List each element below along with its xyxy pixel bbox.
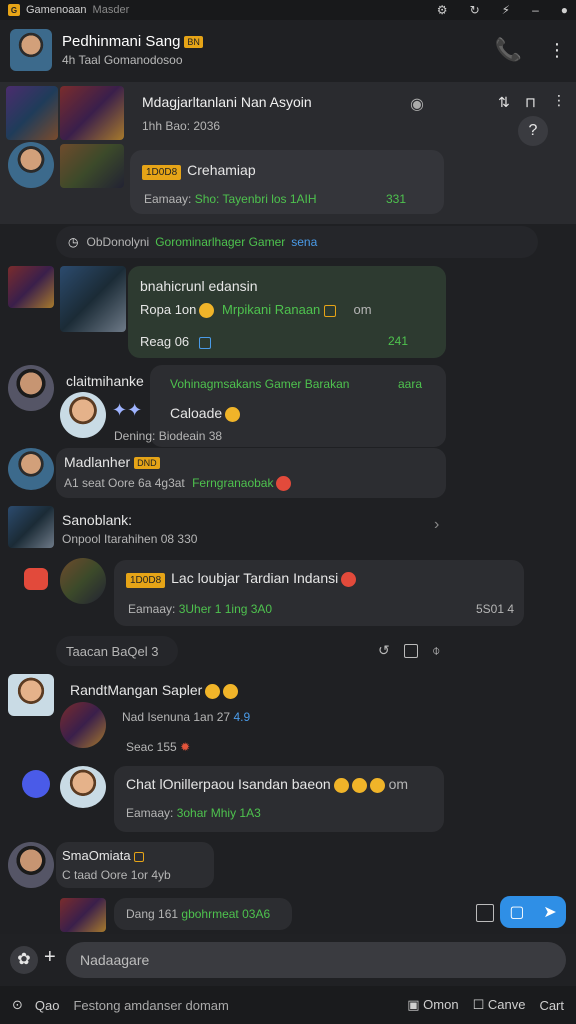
- message-bubble[interactable]: Vohinagmsakans Gamer Barakan aara Caload…: [114, 365, 446, 447]
- message-bubble[interactable]: RandtMangan Sapler Nad Isenuna 1an 27 4.…: [56, 674, 446, 762]
- status-bar: G Gamenoaan Masder ⚙ ↻ ⚡ – ●: [0, 0, 576, 20]
- chat-header: Pedhinmani Sang BN 4h Taal Gomanodosoo 📞 …: [0, 20, 576, 80]
- menu-icon[interactable]: ⋮: [552, 92, 566, 109]
- eye-icon[interactable]: ◉: [410, 94, 424, 114]
- app-icon: G: [8, 4, 20, 16]
- sender-avatar[interactable]: [8, 674, 54, 716]
- message-bubble[interactable]: Madlanher DND A1 seat Oore 6a 4g3at Ferng…: [56, 448, 446, 498]
- sync-icon: ↻: [469, 3, 480, 17]
- message-input[interactable]: Nadaagare: [66, 942, 566, 978]
- card-line: Sho: Tayenbri los 1AIH: [194, 192, 317, 206]
- card-title: Crehamiap: [187, 162, 256, 178]
- pinned-card[interactable]: Mdagjarltanlani Nan Asyoin 1hh Bao: 2036…: [0, 82, 576, 224]
- card-tag: 1D0D8: [142, 165, 182, 180]
- notify-icon: ⚙: [436, 3, 448, 17]
- pinned-title: Mdagjarltanlani Nan Asyoin: [142, 94, 312, 110]
- expand-icon[interactable]: [476, 904, 494, 922]
- message-bubble[interactable]: Chat lOnillerpaou Isandan baeon om Eamaa…: [114, 766, 444, 832]
- sticker-icon: ✦✦: [112, 400, 143, 420]
- minimize-icon[interactable]: –: [532, 3, 539, 17]
- message-count: 241: [388, 334, 409, 348]
- emoji-picker-icon[interactable]: ✿: [10, 946, 38, 974]
- box-icon: [323, 304, 336, 317]
- send-button[interactable]: ▢ ➤: [500, 896, 566, 928]
- message-title: bnahicrunl edansin: [140, 278, 258, 294]
- contact-status: 4h Taal Gomanodosoo: [62, 53, 183, 67]
- dot-icon: ●: [560, 3, 568, 17]
- contact-avatar[interactable]: [10, 29, 52, 71]
- chevron-right-icon[interactable]: ›: [434, 516, 439, 534]
- omon-button[interactable]: ▣ Omon: [407, 997, 458, 1013]
- sender-name: Sanoblank:: [62, 512, 133, 528]
- pinned-meta: 1hh Bao: 2036: [142, 119, 221, 133]
- add-icon[interactable]: +: [44, 946, 56, 969]
- send-icon: ▢: [509, 904, 525, 921]
- media-icon[interactable]: [404, 644, 418, 658]
- bottom-bar: ⊙ Qao Festong amdanser domam ▣ Omon ☐ Ca…: [0, 986, 576, 1024]
- pinned-inner-card[interactable]: 1D0D8 Crehamiap Eamaay: Sho: Tayenbri los…: [130, 150, 444, 214]
- sender-avatar[interactable]: [8, 266, 54, 308]
- reaction-icon[interactable]: [24, 568, 48, 590]
- shared-image[interactable]: [60, 266, 126, 332]
- group-icon[interactable]: [22, 770, 50, 798]
- sender-avatar[interactable]: [8, 448, 54, 490]
- call-icon[interactable]: 📞: [495, 37, 522, 63]
- message-bubble[interactable]: bnahicrunl edansin Ropa 1on Mrpikani Ran…: [128, 266, 446, 358]
- message-bubble[interactable]: Dang 161 gbohrmeat 03A6: [114, 898, 292, 930]
- sender-avatar[interactable]: [8, 506, 54, 548]
- angry-emoji: [276, 476, 292, 492]
- more-icon[interactable]: ⋮: [548, 40, 566, 61]
- clock-icon: ◷: [68, 235, 79, 249]
- system-notice: ◷ ObDonolyni Gorominarlhager Gamer sena: [56, 226, 538, 258]
- thumbs-emoji: [225, 406, 241, 422]
- smile-emoji: [199, 303, 215, 319]
- mic-icon[interactable]: ⌽: [432, 642, 440, 659]
- sender-name: claitmihanke: [66, 373, 144, 389]
- signal-icon: ⚡: [501, 3, 511, 17]
- share-icon[interactable]: ⇅: [498, 94, 510, 111]
- info-icon[interactable]: ⊙: [12, 997, 23, 1013]
- fire-emoji: ✹: [180, 740, 191, 754]
- message-bubble[interactable]: SmaOmiata C taad Oore 1or 4yb: [56, 842, 214, 888]
- message-bubble[interactable]: 1D0D8 Lac loubjar Tardian Indansi Eamaay:…: [114, 560, 524, 626]
- contact-tag: BN: [184, 36, 203, 49]
- member-avatar: [60, 898, 106, 932]
- canve-button[interactable]: ☐ Canve: [473, 997, 526, 1013]
- game-thumb: [60, 144, 124, 188]
- section-label: Taacan BaQel 3: [56, 636, 178, 666]
- member-avatar: [60, 766, 106, 808]
- member-avatar: [60, 558, 106, 604]
- history-icon[interactable]: ↺: [378, 642, 390, 659]
- app-sub: Masder: [92, 4, 130, 16]
- app-name: Gamenoaan: [26, 4, 87, 16]
- member-avatar: [60, 392, 106, 438]
- contact-name: Pedhinmani Sang: [62, 33, 181, 50]
- sender-avatar[interactable]: [8, 365, 54, 411]
- help-icon[interactable]: ?: [518, 116, 548, 146]
- calendar-icon: [198, 336, 211, 349]
- sender-avatar[interactable]: [8, 842, 54, 888]
- notice-link[interactable]: sena: [291, 235, 317, 249]
- game-thumb: [60, 86, 124, 140]
- card-count: 331: [386, 192, 407, 206]
- member-avatar: [8, 142, 54, 188]
- pin-icon[interactable]: ⊓: [525, 94, 536, 111]
- cart-button[interactable]: Cart: [539, 998, 564, 1013]
- game-thumb: [6, 86, 58, 140]
